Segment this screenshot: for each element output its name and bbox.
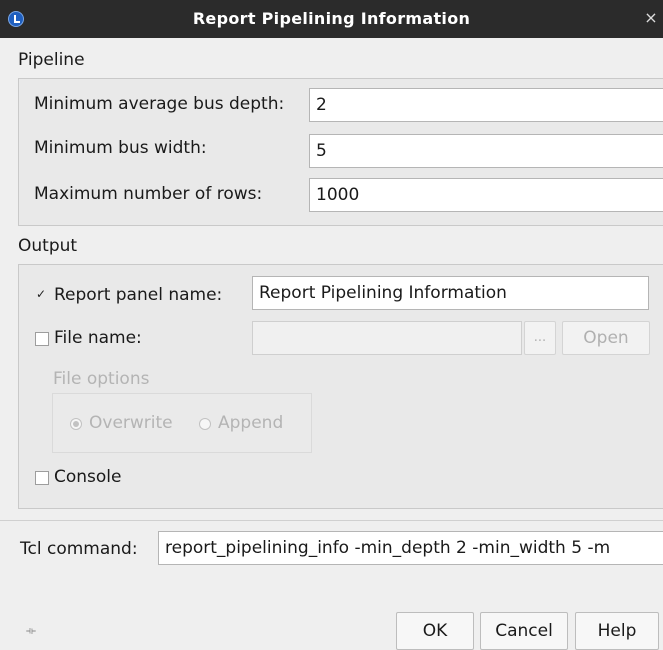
browse-button[interactable]: ... xyxy=(524,321,556,355)
max-rows-input[interactable]: 1000 xyxy=(309,178,663,212)
min-bus-width-label: Minimum bus width: xyxy=(34,138,207,158)
output-group: ✓ Report panel name: Report Pipelining I… xyxy=(18,264,663,509)
resize-grip-icon: ⟛ xyxy=(26,624,36,637)
report-panel-input[interactable]: Report Pipelining Information xyxy=(252,276,649,310)
help-button[interactable]: Help xyxy=(575,612,659,650)
file-options-label: File options xyxy=(53,369,150,389)
close-button[interactable]: × xyxy=(643,8,659,27)
min-avg-bus-depth-label: Minimum average bus depth: xyxy=(34,94,285,114)
overwrite-label: Overwrite xyxy=(89,413,173,433)
title-bar: Report Pipelining Information × xyxy=(0,0,663,38)
console-label: Console xyxy=(54,467,122,487)
file-name-input[interactable] xyxy=(252,321,522,355)
overwrite-radio[interactable] xyxy=(70,418,82,430)
min-bus-width-input[interactable]: 5 xyxy=(309,134,663,168)
tcl-command-input[interactable]: report_pipelining_info -min_depth 2 -min… xyxy=(158,531,663,565)
open-button[interactable]: Open xyxy=(562,321,650,355)
report-panel-label: Report panel name: xyxy=(54,285,223,305)
file-options-group: Overwrite Append xyxy=(52,393,312,453)
cancel-button[interactable]: Cancel xyxy=(480,612,568,650)
pipeline-group: Minimum average bus depth: 2 Minimum bus… xyxy=(18,78,663,226)
ok-button[interactable]: OK xyxy=(396,612,474,650)
file-name-label: File name: xyxy=(54,328,142,348)
report-panel-checkbox[interactable]: ✓ xyxy=(34,288,48,302)
console-checkbox[interactable] xyxy=(35,471,49,485)
max-rows-label: Maximum number of rows: xyxy=(34,184,263,204)
tcl-command-label: Tcl command: xyxy=(20,539,138,559)
separator xyxy=(0,520,663,521)
file-name-checkbox[interactable] xyxy=(35,332,49,346)
pipeline-section-label: Pipeline xyxy=(18,50,85,70)
window-title: Report Pipelining Information xyxy=(192,9,471,28)
append-label: Append xyxy=(218,413,284,433)
append-radio[interactable] xyxy=(199,418,211,430)
min-avg-bus-depth-input[interactable]: 2 xyxy=(309,88,663,122)
output-section-label: Output xyxy=(18,236,78,256)
